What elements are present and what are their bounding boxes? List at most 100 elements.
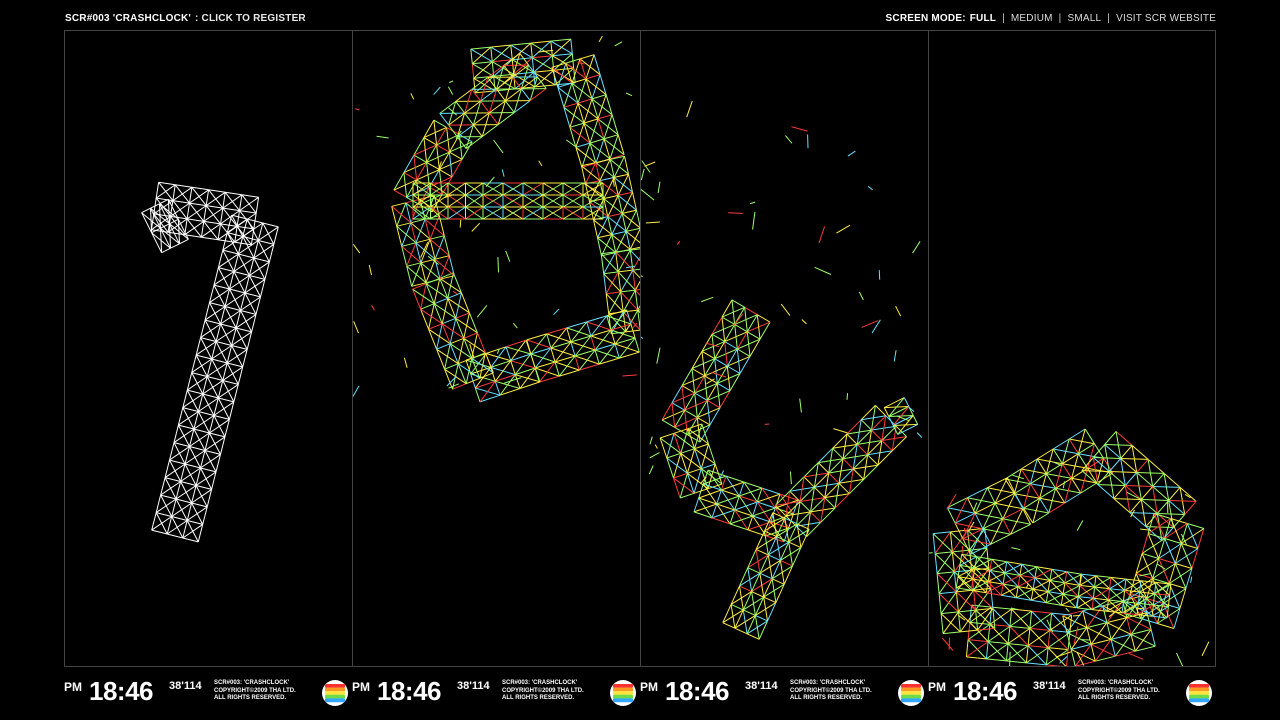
- wire-edge: [205, 191, 226, 207]
- wire-edge: [1184, 501, 1197, 515]
- wire-edge: [1120, 458, 1149, 460]
- wire-edge: [729, 523, 749, 531]
- wire-edge: [598, 35, 603, 42]
- wire-edge: [1034, 566, 1038, 578]
- wire-edge: [217, 397, 230, 420]
- wire-edge: [818, 226, 826, 244]
- wire-edge: [747, 515, 754, 531]
- wire-edge: [739, 495, 758, 503]
- rainbow-logo-icon[interactable]: [321, 679, 349, 707]
- wire-edge: [1110, 639, 1116, 657]
- wire-edge: [368, 264, 372, 276]
- wire-edge: [353, 244, 361, 254]
- wire-edge: [590, 335, 596, 351]
- wire-edge: [641, 160, 651, 173]
- wire-edge: [505, 100, 515, 113]
- wire-edge: [967, 487, 988, 499]
- wire-edge: [574, 335, 592, 357]
- wire-edge: [1145, 513, 1158, 527]
- wire-edge: [206, 205, 223, 209]
- wire-edge: [986, 487, 996, 504]
- wire-edge: [217, 267, 230, 290]
- wire-edge: [751, 591, 756, 616]
- wire-edge: [510, 360, 516, 375]
- mode-full-link[interactable]: FULL: [970, 13, 996, 24]
- wire-edge: [1092, 444, 1106, 458]
- copyright-line: COPYRIGHT©2009 THA LTD.: [214, 687, 296, 694]
- wire-edge: [953, 571, 957, 592]
- wire-edge: [204, 450, 217, 473]
- wire-edge: [1108, 458, 1122, 472]
- wire-edge: [1010, 523, 1031, 535]
- rainbow-logo-icon[interactable]: [609, 679, 637, 707]
- wire-edge: [184, 220, 205, 236]
- wire-edge: [597, 114, 613, 120]
- wire-edge: [513, 100, 531, 113]
- wire-edge: [1170, 518, 1182, 544]
- wire-edge: [929, 552, 933, 554]
- wire-edge: [211, 358, 224, 381]
- wire-edge: [987, 624, 991, 642]
- top-bar: SCR#003 'CRASHCLOCK' : CLICK TO REGISTER…: [65, 11, 1216, 25]
- register-link[interactable]: : CLICK TO REGISTER: [195, 13, 306, 24]
- wire-edge: [768, 554, 781, 561]
- wire-edge: [403, 357, 408, 368]
- wire-edge: [1023, 508, 1034, 524]
- wire-edge: [209, 302, 222, 325]
- wire-edge: [153, 213, 171, 217]
- wire-edge: [858, 291, 864, 301]
- wire-edge: [641, 188, 655, 201]
- wire-edge: [619, 351, 640, 359]
- wire-edge: [603, 194, 619, 200]
- wire-edge: [473, 112, 490, 126]
- wire-edge: [716, 503, 735, 511]
- wire-edge: [224, 306, 237, 329]
- wire-edge: [189, 187, 193, 204]
- wire-edge: [946, 507, 956, 524]
- wire-edge: [1170, 518, 1188, 524]
- rainbow-logo-icon[interactable]: [897, 679, 925, 707]
- wire-edge: [747, 331, 761, 340]
- rainbow-logo-icon[interactable]: [1185, 679, 1213, 707]
- wire-edge: [1064, 573, 1083, 584]
- copyright-text: SCR#003: 'CRASHCLOCK' COPYRIGHT©2009 THA…: [214, 680, 319, 703]
- separator: |: [1002, 12, 1005, 24]
- wire-edge: [733, 313, 744, 327]
- wire-edge: [455, 312, 470, 319]
- wire-edge: [200, 337, 213, 360]
- wire-edge: [747, 567, 753, 592]
- wire-edge: [557, 86, 579, 104]
- wire-edge: [1129, 512, 1158, 514]
- wire-edge: [982, 518, 1004, 530]
- wire-edge: [200, 467, 213, 490]
- wire-edge: [1097, 484, 1126, 486]
- wire-edge: [1076, 596, 1079, 608]
- wire-edge: [1046, 649, 1069, 666]
- clock-display[interactable]: [64, 30, 1216, 667]
- wire-edge: [420, 262, 441, 280]
- wire-edge: [164, 477, 177, 500]
- wire-edge: [734, 509, 753, 517]
- wire-edge: [241, 194, 259, 198]
- wire-edge: [763, 597, 768, 621]
- wire-edge: [986, 643, 1009, 660]
- wire-edge: [1047, 580, 1051, 592]
- wire-edge: [649, 452, 660, 459]
- wire-edge: [779, 560, 785, 585]
- wire-edge: [622, 209, 637, 214]
- wire-edge: [725, 475, 745, 483]
- wire-edge: [1180, 543, 1193, 569]
- wire-edge: [730, 604, 736, 629]
- visit-website-link[interactable]: VISIT SCR WEBSITE: [1116, 13, 1216, 24]
- wire-edge: [796, 523, 802, 548]
- wire-edge: [525, 339, 532, 355]
- wire-edge: [353, 321, 359, 334]
- wire-edge: [656, 347, 661, 364]
- wire-edge: [203, 220, 221, 225]
- wire-edge: [1113, 498, 1142, 500]
- mode-medium-link[interactable]: MEDIUM: [1011, 13, 1053, 24]
- wire-edge: [755, 614, 768, 622]
- wire-edge: [208, 432, 221, 455]
- mode-small-link[interactable]: SMALL: [1067, 13, 1101, 24]
- ampm-label: PM: [640, 680, 658, 694]
